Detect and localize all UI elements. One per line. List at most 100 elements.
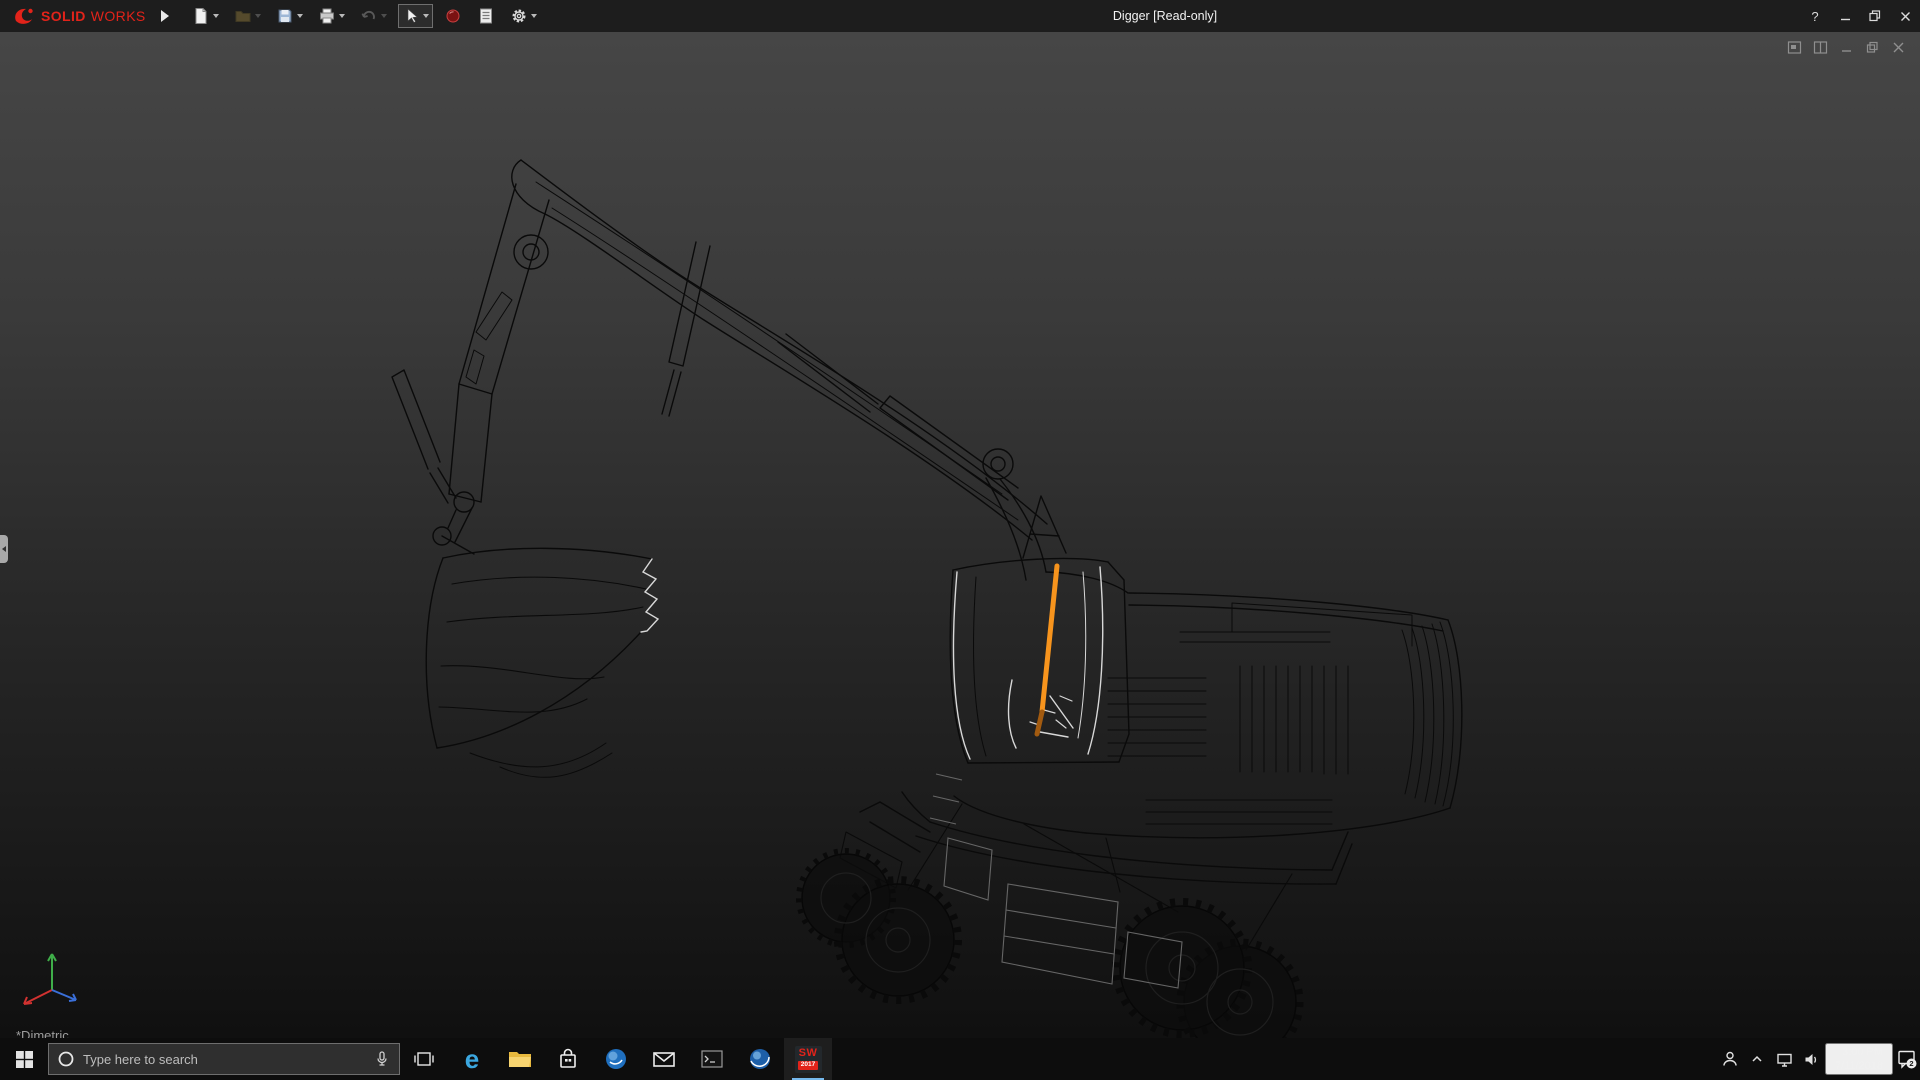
view-orientation-label: *Dimetric <box>16 1028 69 1038</box>
chevron-up-icon <box>1749 1051 1765 1067</box>
child-restore-button[interactable] <box>1864 39 1880 55</box>
sphere-app-taskbar-button[interactable] <box>736 1038 784 1080</box>
child-minimize-button[interactable] <box>1838 39 1854 55</box>
save-icon <box>276 7 294 25</box>
rebuild-button[interactable] <box>440 4 466 28</box>
cortana-icon <box>57 1050 75 1068</box>
menu-flyout-arrow[interactable] <box>156 5 174 27</box>
chevron-down-icon <box>339 14 345 18</box>
mail-envelope-icon <box>651 1046 677 1072</box>
microphone-icon[interactable] <box>373 1050 391 1068</box>
mail-taskbar-button[interactable] <box>640 1038 688 1080</box>
undo-icon <box>360 7 378 25</box>
brand-solid: SOLID <box>41 8 86 24</box>
open-folder-icon <box>234 7 252 25</box>
solidworks-brand: SOLID WORKS <box>0 6 156 26</box>
chevron-down-icon <box>531 14 537 18</box>
wireframe-excavator-model <box>0 32 1920 1038</box>
volume-button[interactable] <box>1798 1038 1825 1080</box>
edge-taskbar-button[interactable]: e <box>448 1038 496 1080</box>
system-tray: 3:00 PM 7/11/2018 2 <box>1717 1038 1920 1080</box>
document-window-controls <box>1786 39 1906 55</box>
file-explorer-taskbar-button[interactable] <box>496 1038 544 1080</box>
help-button[interactable]: ? <box>1800 0 1830 32</box>
flyout-triangle-icon <box>161 10 169 22</box>
chevron-down-icon <box>297 14 303 18</box>
open-button[interactable] <box>230 4 265 28</box>
new-document-button[interactable] <box>188 4 223 28</box>
restore-button[interactable] <box>1860 0 1890 32</box>
action-center-button[interactable]: 2 <box>1893 1038 1920 1080</box>
undo-button[interactable] <box>356 4 391 28</box>
taskbar-search[interactable] <box>48 1043 400 1075</box>
sphere-app-icon <box>747 1046 773 1072</box>
child-close-button[interactable] <box>1890 39 1906 55</box>
task-view-icon <box>413 1049 435 1069</box>
select-tool-button[interactable] <box>398 4 433 28</box>
start-button[interactable] <box>0 1038 48 1080</box>
notification-badge: 2 <box>1909 1059 1913 1068</box>
store-taskbar-button[interactable] <box>544 1038 592 1080</box>
minimize-icon <box>1840 11 1851 22</box>
print-icon <box>318 7 336 25</box>
search-input[interactable] <box>83 1052 365 1067</box>
help-label: ? <box>1811 9 1818 24</box>
titlebar: SOLID WORKS <box>0 0 1920 32</box>
svg-text:e: e <box>465 1045 479 1073</box>
clock-date: 7/11/2018 <box>1835 1059 1883 1073</box>
volume-icon <box>1802 1050 1821 1069</box>
orientation-triad <box>10 942 94 1012</box>
blue-circle-app-icon <box>603 1046 629 1072</box>
close-icon <box>1891 40 1906 55</box>
task-view-button[interactable] <box>400 1038 448 1080</box>
viewport-pane-button[interactable] <box>1786 39 1802 55</box>
chevron-down-icon <box>255 14 261 18</box>
minimize-button[interactable] <box>1830 0 1860 32</box>
edge-icon: e <box>458 1045 486 1073</box>
graphics-viewport[interactable]: *Dimetric <box>0 32 1920 1038</box>
chevron-down-icon <box>423 14 429 18</box>
solidworks-taskbar-button[interactable]: SW 2017 <box>784 1038 832 1080</box>
panel-flyout-tab[interactable] <box>0 535 8 563</box>
sw-letters: SW <box>799 1048 818 1059</box>
options-button[interactable] <box>506 4 541 28</box>
save-button[interactable] <box>272 4 307 28</box>
network-button[interactable] <box>1771 1038 1798 1080</box>
file-explorer-icon <box>507 1046 533 1072</box>
action-center-icon: 2 <box>1896 1048 1918 1070</box>
restore-icon <box>1869 10 1881 22</box>
brand-works: WORKS <box>91 8 146 24</box>
close-button[interactable] <box>1890 0 1920 32</box>
store-bag-icon <box>555 1046 581 1072</box>
windows-logo-icon <box>16 1051 33 1068</box>
ds-logo-icon <box>12 6 36 26</box>
people-button[interactable] <box>1717 1038 1744 1080</box>
chevron-down-icon <box>213 14 219 18</box>
chevron-left-icon <box>2 546 6 552</box>
split-pane-icon <box>1813 40 1828 55</box>
rebuild-sphere-icon <box>444 7 462 25</box>
highlighted-cab-strut <box>1037 566 1057 734</box>
file-properties-icon <box>477 7 495 25</box>
document-title: Digger [Read-only] <box>1113 0 1217 32</box>
clock-time: 3:00 PM <box>1835 1045 1883 1059</box>
solidworks-2017-icon: SW 2017 <box>795 1046 822 1073</box>
network-icon <box>1775 1050 1794 1069</box>
pane-icon <box>1787 40 1802 55</box>
chevron-down-icon <box>381 14 387 18</box>
show-hidden-icons-button[interactable] <box>1744 1038 1771 1080</box>
windows-taskbar: e <box>0 1038 1920 1080</box>
select-cursor-icon <box>402 7 420 25</box>
print-button[interactable] <box>314 4 349 28</box>
viewport-split-button[interactable] <box>1812 39 1828 55</box>
command-prompt-taskbar-button[interactable] <box>688 1038 736 1080</box>
new-document-icon <box>192 7 210 25</box>
file-properties-button[interactable] <box>473 4 499 28</box>
options-gear-icon <box>510 7 528 25</box>
command-prompt-icon <box>699 1046 725 1072</box>
taskbar-clock[interactable]: 3:00 PM 7/11/2018 <box>1825 1043 1893 1075</box>
blue-circle-app-button[interactable] <box>592 1038 640 1080</box>
close-icon <box>1900 11 1911 22</box>
solidworks-window: SOLID WORKS <box>0 0 1920 1080</box>
sw-year: 2017 <box>798 1061 818 1070</box>
